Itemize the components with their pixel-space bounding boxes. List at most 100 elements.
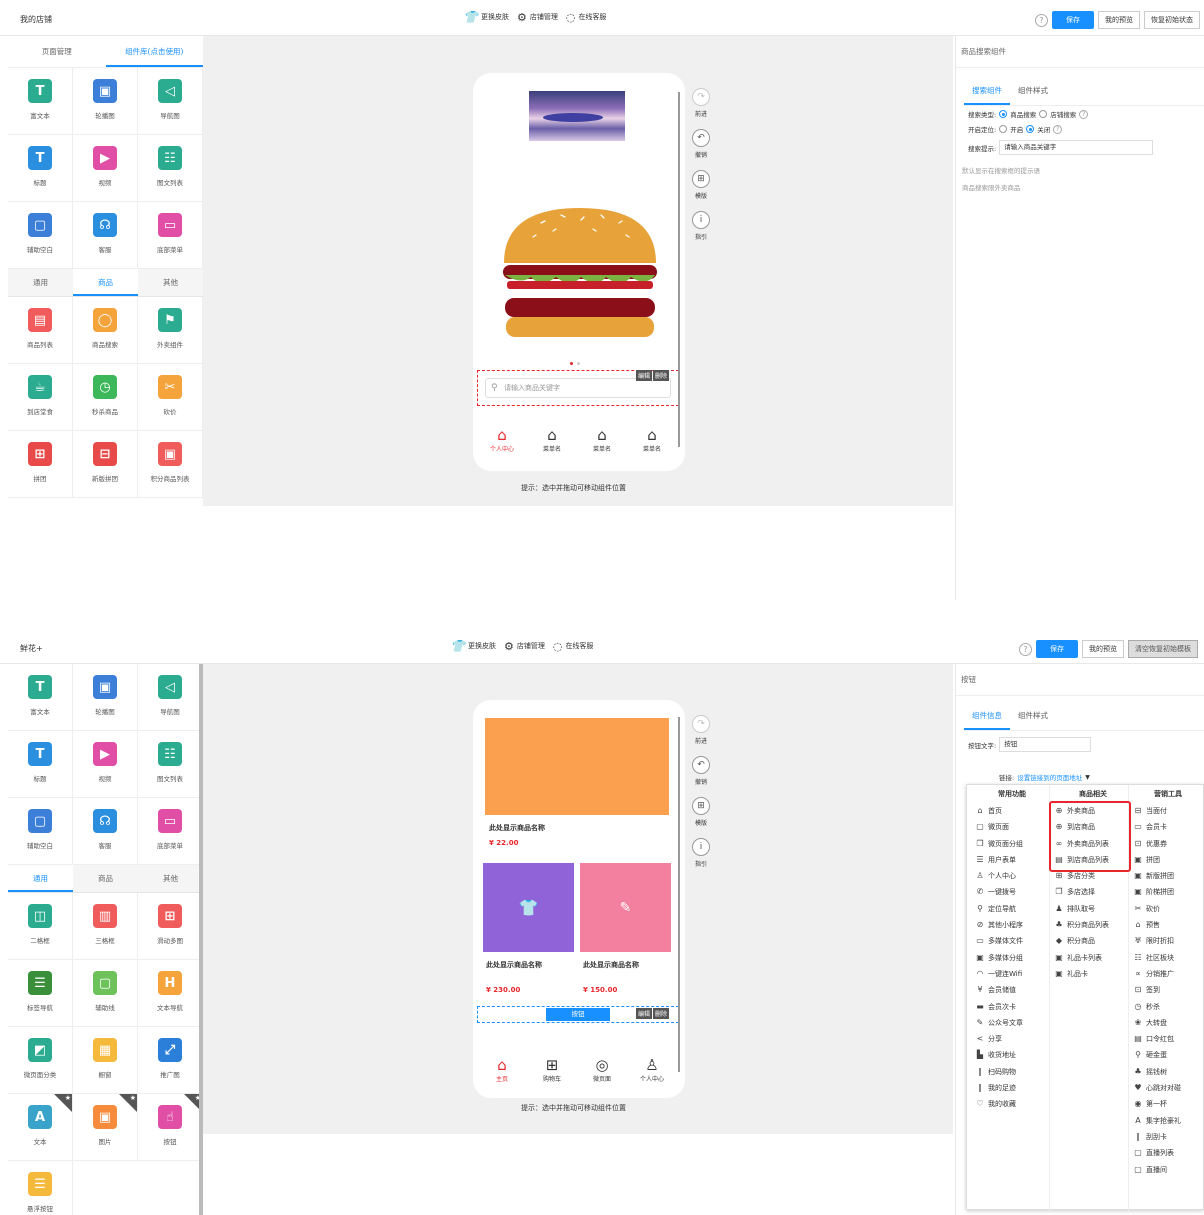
menu-item[interactable]: ☰ 用户表单 (975, 852, 1049, 868)
component-8[interactable]: ☊ 客服 (73, 798, 138, 865)
menu-item[interactable]: ▭ 多媒体文件 (975, 933, 1049, 949)
component-3[interactable]: ◁ 导航图 (138, 664, 203, 731)
menu-item[interactable]: ⌂ 首页 (975, 803, 1049, 819)
component-6[interactable]: ☷ 图文列表 (138, 731, 203, 798)
menu-item[interactable]: ⊟ 当面付 (1133, 803, 1203, 819)
menu-item[interactable]: ▭ 会员卡 (1133, 819, 1203, 835)
menu-item[interactable]: ▙ 收货地址 (975, 1047, 1049, 1063)
menu-item[interactable]: ♣ 积分商品列表 (1054, 917, 1132, 933)
carousel-dot-active[interactable] (570, 362, 573, 365)
component-8[interactable]: ▦ 橱窗 (73, 1027, 138, 1094)
menu-item[interactable]: ▣ 新版拼团 (1133, 868, 1203, 884)
tab-search-component[interactable]: 搜索组件 (964, 76, 1010, 105)
component-6[interactable]: ☷ 图文列表 (138, 135, 203, 202)
menu-item[interactable]: ⊘ 其他小程序 (975, 917, 1049, 933)
menu-item[interactable]: ⌂ 预售 (1133, 917, 1203, 933)
menu-item[interactable]: ▢ 微页面 (975, 819, 1049, 835)
component-4[interactable]: T 标题 (8, 731, 73, 798)
caret-down-icon[interactable]: ▼ (1085, 774, 1090, 781)
component-7[interactable]: ◩ 微页面分类 (8, 1027, 73, 1094)
subtab-other[interactable]: 其他 (138, 865, 203, 892)
menu-item[interactable]: ◠ 一键连Wifi (975, 966, 1049, 982)
save-button[interactable]: 保存 (1052, 11, 1094, 29)
menu-item[interactable]: ✎ 公众号文章 (975, 1015, 1049, 1031)
guide-icon[interactable]: i (692, 211, 710, 229)
template-icon[interactable]: ⊞ (692, 797, 710, 815)
component-7[interactable]: ⊞ 拼团 (8, 431, 73, 498)
component-9[interactable]: ▭ 底部菜单 (138, 202, 203, 269)
menu-item[interactable]: ¥ 会员储值 (975, 982, 1049, 998)
shop-manage-button[interactable]: ⚙ 店铺管理 (517, 12, 558, 23)
menu-item[interactable]: ✂ 砍价 (1133, 901, 1203, 917)
component-2[interactable]: ▣ 轮播图 (73, 664, 138, 731)
redo-icon[interactable]: ↷ (692, 715, 710, 733)
phone-scrollbar[interactable] (678, 92, 680, 447)
product-image-1[interactable] (485, 718, 669, 815)
menu-item[interactable]: ▤ 口令红包 (1133, 1031, 1203, 1047)
component-4[interactable]: ☕ 到店堂食 (8, 364, 73, 431)
component-1[interactable]: ◫ 二格框 (8, 893, 73, 960)
component-2[interactable]: ▥ 三格框 (73, 893, 138, 960)
menu-item[interactable]: ◉ 第一杯 (1133, 1096, 1203, 1112)
redo-icon[interactable]: ↷ (692, 88, 710, 106)
online-service-button[interactable]: ◌ 在线客服 (566, 12, 607, 23)
phone-scrollbar[interactable] (678, 717, 680, 1072)
product-image-2[interactable]: 👕 (483, 863, 574, 952)
guide-icon[interactable]: i (692, 838, 710, 856)
menu-item[interactable]: ◆ 积分商品 (1054, 933, 1132, 949)
menu-item[interactable]: ▢ 直播列表 (1133, 1145, 1203, 1161)
component-9[interactable]: ▭ 底部菜单 (138, 798, 203, 865)
menu-item[interactable]: ⚲ 定位导航 (975, 901, 1049, 917)
subtab-goods[interactable]: 商品 (73, 865, 138, 892)
menu-item[interactable]: ⚲ 砸金蛋 (1133, 1047, 1203, 1063)
menu-item[interactable]: ♟ 排队取号 (1054, 901, 1132, 917)
component-5[interactable]: ▶ 视频 (73, 135, 138, 202)
tab-component-style[interactable]: 组件样式 (1010, 701, 1056, 730)
nav-item-1[interactable]: ⌂ 主页 (477, 1056, 527, 1083)
nav-item-2[interactable]: ⊞ 购物车 (527, 1056, 577, 1083)
button-component-selected[interactable]: 按钮 编辑 删除 (477, 1006, 679, 1023)
radio-locate-on[interactable] (999, 125, 1008, 133)
burger-image[interactable] (501, 205, 659, 340)
undo-icon[interactable]: ↶ (692, 756, 710, 774)
menu-item[interactable]: ▣ 多媒体分组 (975, 950, 1049, 966)
shop-manage-button[interactable]: ⚙ 店铺管理 (504, 641, 545, 652)
edit-button[interactable]: 编辑 (636, 370, 653, 381)
subtab-other[interactable]: 其他 (138, 269, 203, 296)
template-icon[interactable]: ⊞ (692, 170, 710, 188)
help-icon[interactable]: ? (1019, 642, 1032, 656)
menu-item[interactable]: ✆ 一键拨号 (975, 884, 1049, 900)
nav-item-3[interactable]: ⌂ 菜单名 (577, 426, 627, 453)
menu-item[interactable]: ▢ 直播间 (1133, 1162, 1203, 1178)
undo-icon[interactable]: ↶ (692, 129, 710, 147)
tab-component-library[interactable]: 组件库(点击使用) (105, 36, 203, 67)
component-4[interactable]: ☰ 标签导航 (8, 960, 73, 1027)
change-skin-button[interactable]: 👕 更换皮肤 (450, 640, 496, 652)
menu-item[interactable]: ∥ 扫码购物 (975, 1064, 1049, 1080)
menu-item[interactable]: ▣ 拼团 (1133, 852, 1203, 868)
menu-item[interactable]: ♅ 限时折扣 (1133, 933, 1203, 949)
component-7[interactable]: ▢ 辅助空白 (8, 798, 73, 865)
component-1[interactable]: ▤ 商品列表 (8, 297, 73, 364)
subtab-common[interactable]: 通用 (8, 269, 73, 296)
component-9[interactable]: ⤢ 推广图 (138, 1027, 203, 1094)
component-6[interactable]: H 文本导航 (138, 960, 203, 1027)
menu-item[interactable]: ♣ 摇钱树 (1133, 1064, 1203, 1080)
nav-item-1[interactable]: ⌂ 个人中心 (477, 426, 527, 453)
component-13[interactable]: ☰ 悬浮按钮 (8, 1161, 73, 1215)
component-2[interactable]: ▣ 轮播图 (73, 68, 138, 135)
component-1[interactable]: T 富文本 (8, 664, 73, 731)
component-7[interactable]: ▢ 辅助空白 (8, 202, 73, 269)
edit-button[interactable]: 编辑 (636, 1008, 653, 1019)
search-input[interactable]: ⚲ 请输入商品关键字 (485, 378, 671, 398)
component-5[interactable]: ◷ 秒杀商品 (73, 364, 138, 431)
carousel-dot[interactable] (577, 362, 580, 365)
component-3[interactable]: ◁ 导航图 (138, 68, 203, 135)
radio-goods-search[interactable] (999, 110, 1008, 118)
help-icon[interactable]: ? (1079, 109, 1089, 119)
component-3[interactable]: ⊞ 滑动多图 (138, 893, 203, 960)
component-8[interactable]: ⊟ 新版拼团 (73, 431, 138, 498)
menu-item[interactable]: ♡ 我的收藏 (975, 1096, 1049, 1112)
menu-item[interactable]: < 分享 (975, 1031, 1049, 1047)
menu-item[interactable]: ⊡ 优惠券 (1133, 836, 1203, 852)
